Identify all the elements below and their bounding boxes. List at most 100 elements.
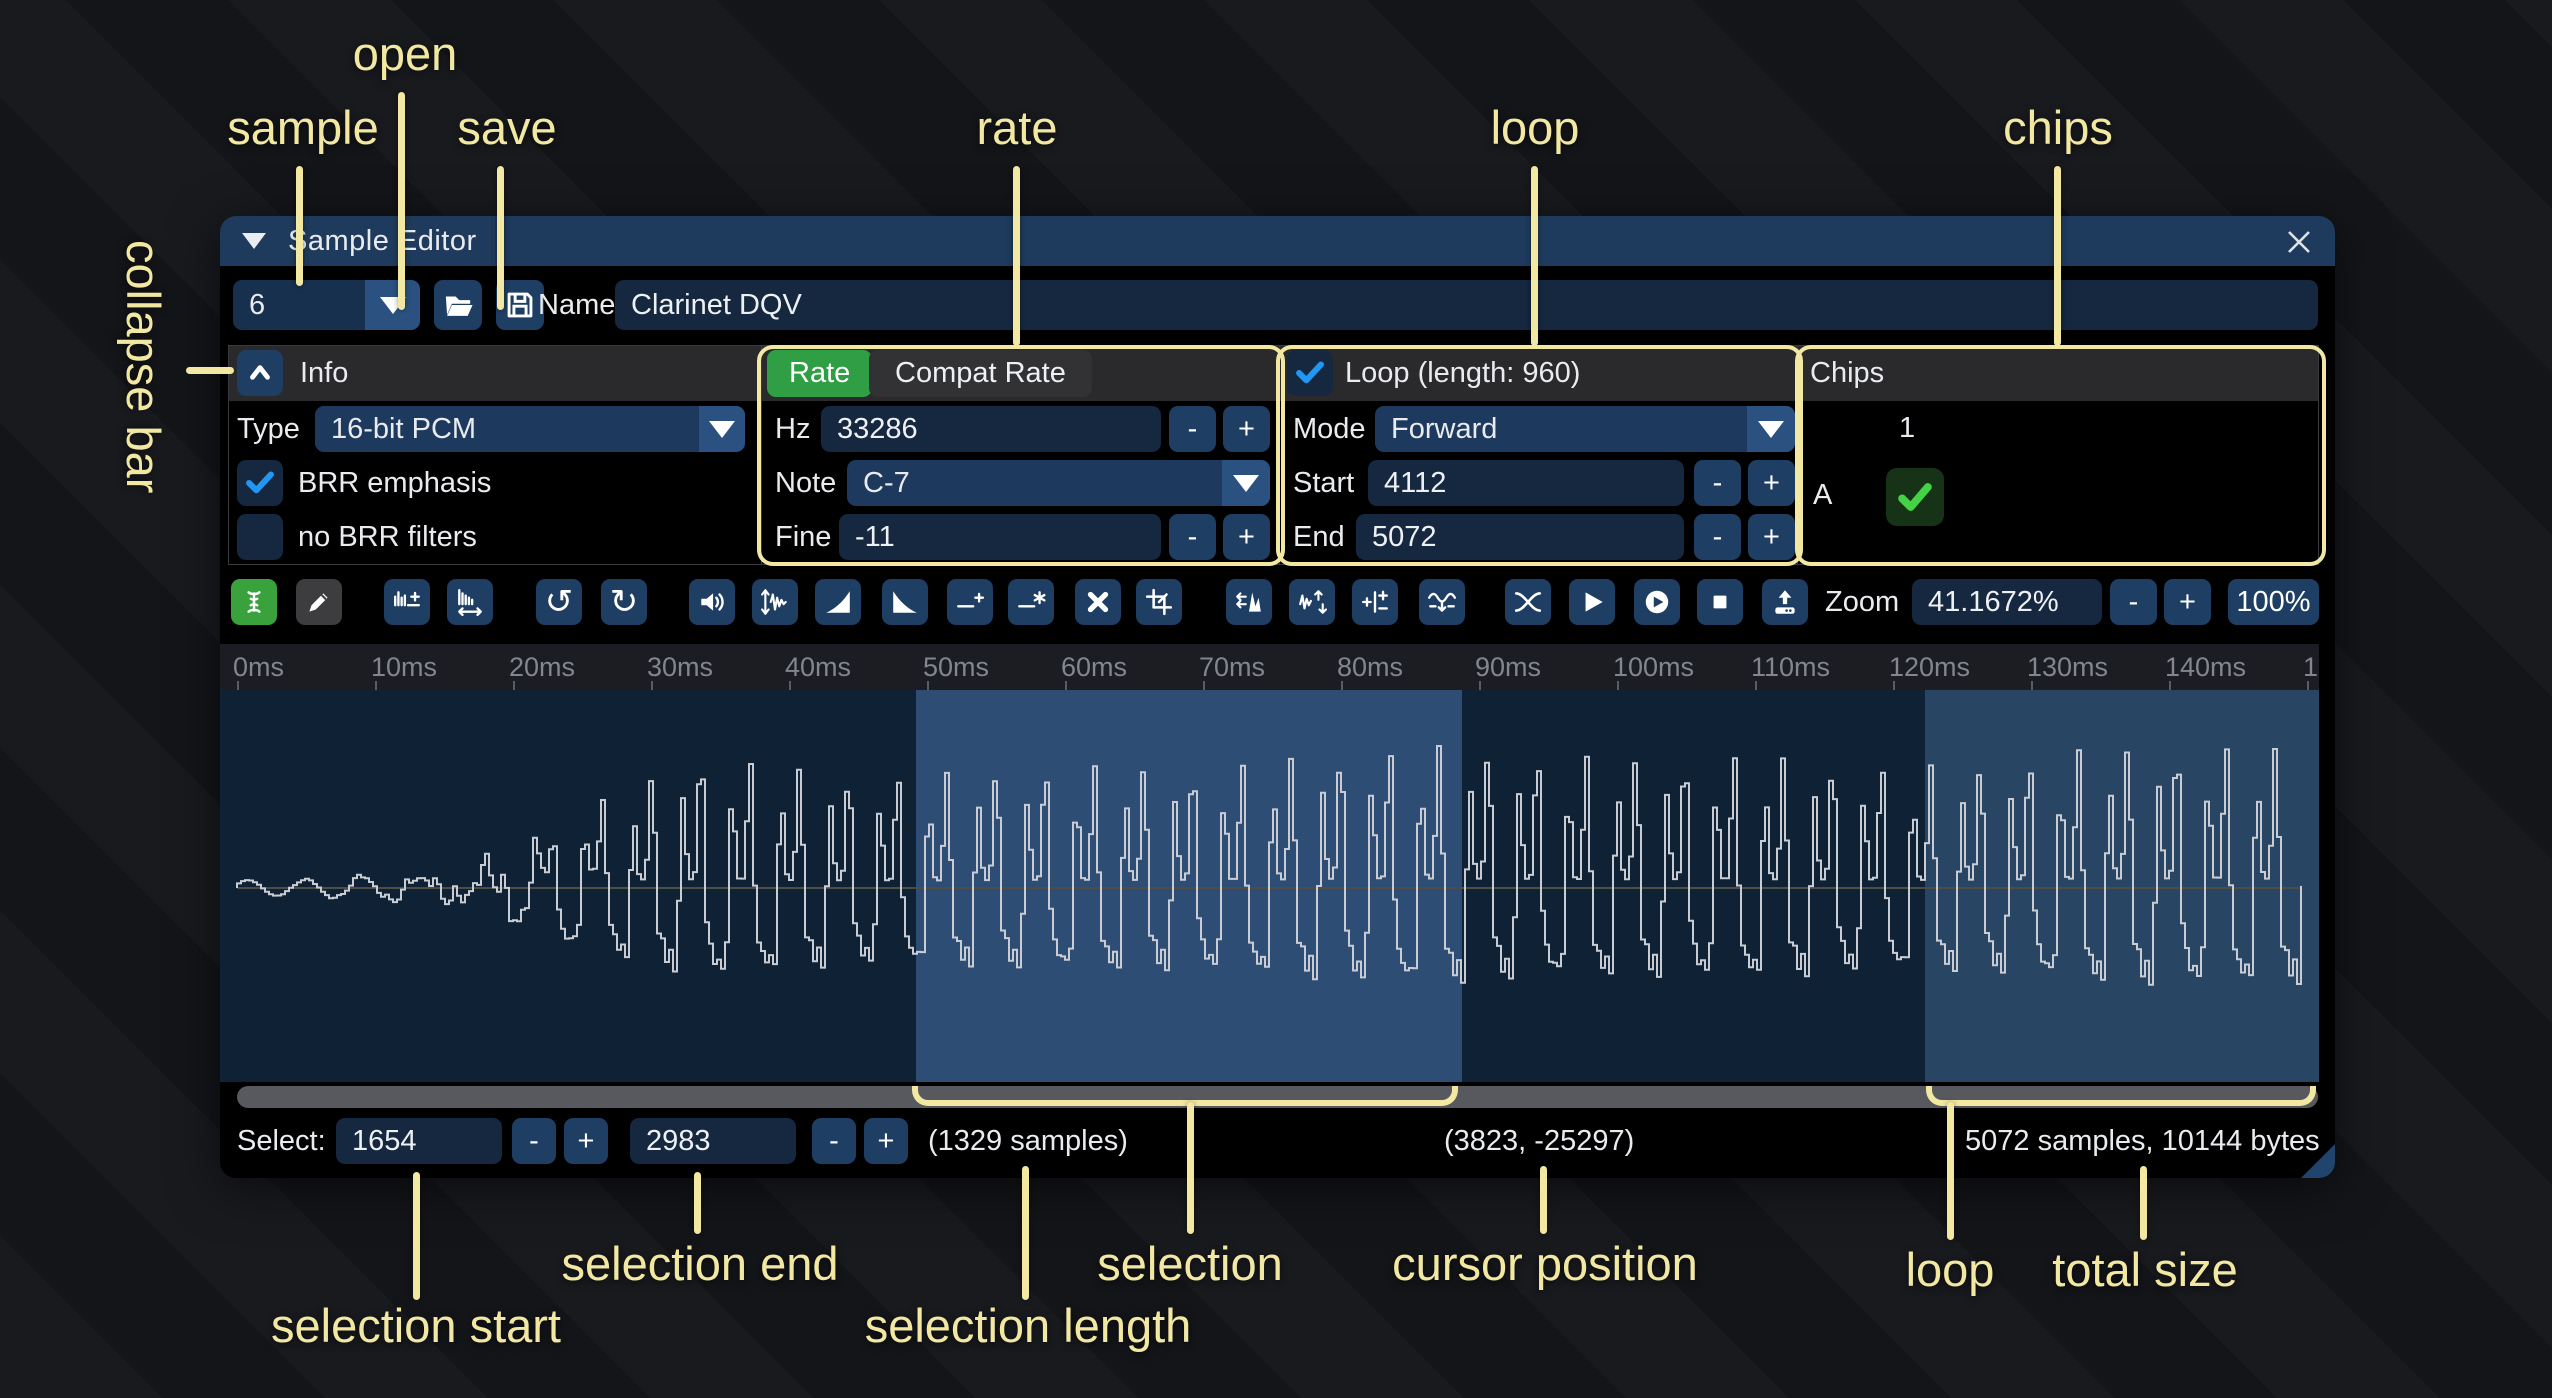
hz-minus-button[interactable]: - — [1169, 406, 1216, 452]
selection-end-value: 2983 — [646, 1125, 711, 1158]
combo-arrow — [1747, 406, 1795, 452]
annotation-collapse-bar: collapse bar — [116, 240, 171, 510]
collapse-bar-button[interactable] — [237, 350, 283, 396]
waveform-line — [237, 746, 2301, 985]
resize-grip[interactable] — [2301, 1144, 2335, 1178]
folder-open-icon — [441, 288, 475, 322]
select-mode-button[interactable] — [231, 579, 277, 625]
callout-line-selection — [1187, 1102, 1194, 1234]
window-collapse-icon[interactable] — [242, 233, 266, 249]
fade-out-icon — [890, 587, 920, 617]
annotation-open: open — [353, 26, 458, 81]
selection-end-minus-button[interactable]: - — [812, 1118, 856, 1164]
loop-start-label: Start — [1293, 460, 1354, 506]
window-titlebar[interactable]: Sample Editor — [220, 216, 2335, 266]
wave-updown-icon — [760, 587, 790, 617]
ruler[interactable]: 0ms10ms20ms30ms40ms50ms60ms70ms80ms90ms1… — [220, 644, 2319, 690]
brr-emphasis-checkbox[interactable] — [237, 460, 283, 506]
resize-button[interactable] — [384, 579, 430, 625]
ruler-tick — [1203, 681, 1205, 690]
window-title: Sample Editor — [288, 225, 477, 258]
sample-number-combo[interactable]: 6 — [233, 280, 420, 330]
check-icon — [243, 466, 277, 500]
loop-panel: Loop (length: 960) Mode Forward Start 41… — [1280, 346, 1798, 564]
hz-plus-button[interactable]: + — [1223, 406, 1270, 452]
reverse-button[interactable] — [1226, 579, 1272, 625]
loop-end-minus-button[interactable]: - — [1694, 514, 1741, 560]
preview-button[interactable] — [1569, 579, 1615, 625]
zoom-in-button[interactable]: + — [2164, 579, 2211, 625]
selection-length-text: (1329 samples) — [928, 1118, 1128, 1164]
sample-name-input[interactable]: Clarinet DQV — [615, 280, 2318, 330]
close-button[interactable] — [2279, 222, 2319, 262]
loop-start-input[interactable]: 4112 — [1368, 460, 1684, 506]
rate-header: Rate Compat Rate — [762, 346, 1279, 401]
selection-end-input[interactable]: 2983 — [630, 1118, 796, 1164]
selection-start-minus-button[interactable]: - — [512, 1118, 556, 1164]
ruler-tick — [1755, 681, 1757, 690]
brr-emphasis-label: BRR emphasis — [298, 460, 491, 506]
stop-preview-button[interactable] — [1697, 579, 1743, 625]
chip-enable-button[interactable] — [1886, 468, 1944, 526]
draw-mode-button[interactable] — [296, 579, 342, 625]
loop-mode-combo[interactable]: Forward — [1375, 406, 1795, 452]
fade-out-button[interactable] — [882, 579, 928, 625]
fine-value: -11 — [855, 521, 895, 554]
signed-unsigned-button[interactable] — [1352, 579, 1398, 625]
ruler-tick — [1479, 681, 1481, 690]
selection-end-plus-button[interactable]: + — [864, 1118, 908, 1164]
fade-in-icon — [823, 587, 853, 617]
amplify-button[interactable] — [689, 579, 735, 625]
open-sample-button[interactable] — [434, 280, 482, 330]
hz-label: Hz — [775, 406, 810, 452]
zoom-reset-button[interactable]: 100% — [2228, 579, 2319, 625]
hz-input[interactable]: 33286 — [821, 406, 1161, 452]
line-asterisk-icon — [1016, 587, 1046, 617]
undo-button[interactable]: ↺ — [536, 579, 582, 625]
note-combo[interactable]: C-7 — [847, 460, 1270, 506]
zoom-input[interactable]: 41.1672% — [1912, 579, 2102, 625]
callout-line-loop — [1531, 166, 1538, 346]
fine-plus-button[interactable]: + — [1223, 514, 1270, 560]
screenshot: Sample Editor 6 Name Clarinet DQV — [0, 0, 2552, 1398]
loop-start-minus-button[interactable]: - — [1694, 460, 1741, 506]
no-brr-filters-checkbox[interactable] — [237, 514, 283, 560]
delete-button[interactable] — [1075, 579, 1121, 625]
filter-wave-icon — [1427, 587, 1457, 617]
sample-type-combo[interactable]: 16-bit PCM — [315, 406, 745, 452]
properties-table: Info Type 16-bit PCM BRR emphasis no BRR… — [228, 345, 2319, 565]
ruler-tick — [2169, 681, 2171, 690]
loop-end-plus-button[interactable]: + — [1748, 514, 1795, 560]
info-panel: Info Type 16-bit PCM BRR emphasis no BRR… — [229, 346, 762, 564]
invert-button[interactable] — [1289, 579, 1335, 625]
sample-type-value: 16-bit PCM — [315, 413, 699, 446]
callout-line-cursor-position — [1540, 1166, 1547, 1234]
compat-rate-tab[interactable]: Compat Rate — [869, 350, 1092, 397]
create-instrument-button[interactable] — [1762, 579, 1808, 625]
selection-start-input[interactable]: 1654 — [336, 1118, 502, 1164]
apply-silence-button[interactable] — [1008, 579, 1054, 625]
waveform-view[interactable] — [220, 690, 2319, 1082]
chevron-down-icon — [709, 421, 735, 438]
zoom-out-button[interactable]: - — [2110, 579, 2157, 625]
preview-selection-button[interactable] — [1634, 579, 1680, 625]
crossfade-loop-button[interactable] — [1505, 579, 1551, 625]
normalize-button[interactable] — [752, 579, 798, 625]
sample-editor-window: Sample Editor 6 Name Clarinet DQV — [220, 216, 2335, 1178]
trim-button[interactable] — [1136, 579, 1182, 625]
insert-silence-button[interactable] — [947, 579, 993, 625]
zoom-value: 41.1672% — [1928, 586, 2059, 619]
fade-in-button[interactable] — [815, 579, 861, 625]
fine-minus-button[interactable]: - — [1169, 514, 1216, 560]
loop-checkbox[interactable] — [1287, 350, 1333, 396]
ruler-tick — [1341, 681, 1343, 690]
resample-button[interactable] — [447, 579, 493, 625]
callout-line-rate — [1013, 166, 1020, 346]
rate-tab[interactable]: Rate — [767, 350, 872, 397]
fine-input[interactable]: -11 — [839, 514, 1161, 560]
selection-start-plus-button[interactable]: + — [564, 1118, 608, 1164]
apply-filter-button[interactable] — [1419, 579, 1465, 625]
loop-start-plus-button[interactable]: + — [1748, 460, 1795, 506]
loop-end-input[interactable]: 5072 — [1356, 514, 1684, 560]
redo-button[interactable]: ↻ — [601, 579, 647, 625]
